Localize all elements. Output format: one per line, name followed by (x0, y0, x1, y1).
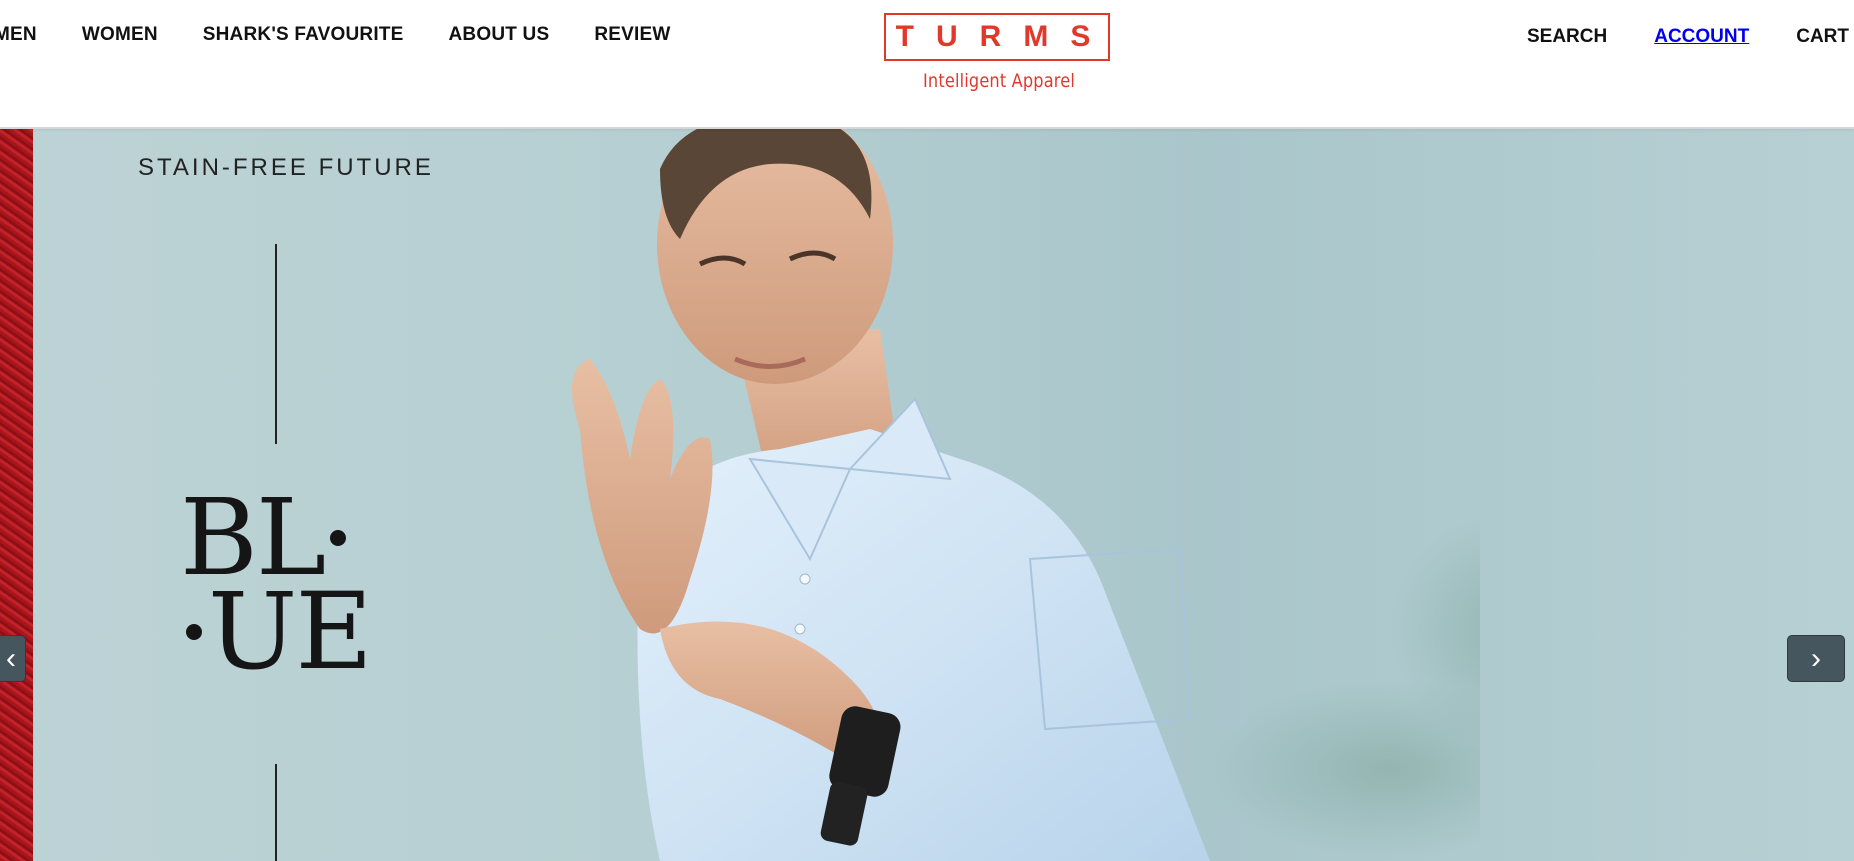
hero-kicker: STAIN-FREE FUTURE (138, 154, 434, 181)
hero-title: BL UE (180, 485, 373, 685)
title-dot (330, 530, 347, 547)
logo-wordmark: TURMS (884, 13, 1110, 61)
logo-tagline: Intelligent Apparel (922, 70, 1075, 92)
nav-review[interactable]: REVIEW (594, 24, 670, 46)
utility-nav: SEARCH ACCOUNT CART (1480, 26, 1849, 48)
hero-title-line2: UE (208, 570, 373, 693)
hero-model-image (572, 129, 1480, 861)
title-dot (186, 624, 202, 641)
search-link[interactable]: SEARCH (1527, 26, 1607, 48)
turms-logo[interactable]: TURMS Intelligent Apparel (884, 13, 1114, 92)
prev-slide-button[interactable]: ‹ (0, 635, 26, 682)
nav-about-us[interactable]: ABOUT US (449, 24, 550, 46)
main-nav: MEN WOMEN SHARK'S FAVOURITE ABOUT US REV… (0, 24, 716, 46)
nav-sharks-favourite[interactable]: SHARK'S FAVOURITE (203, 24, 404, 46)
chevron-right-icon: › (1811, 641, 1821, 675)
nav-men[interactable]: MEN (0, 24, 37, 46)
chevron-left-icon: ‹ (6, 641, 16, 675)
hero-slider: STAIN-FREE FUTURE BL UE ‹ › (0, 129, 1854, 861)
previous-slide-peek (0, 129, 33, 861)
account-link[interactable]: ACCOUNT (1654, 26, 1749, 48)
decorative-line-bottom (275, 764, 277, 861)
site-header: MEN WOMEN SHARK'S FAVOURITE ABOUT US REV… (0, 0, 1854, 129)
cart-link[interactable]: CART (1796, 26, 1849, 48)
decorative-line-top (275, 244, 277, 444)
next-slide-button[interactable]: › (1787, 635, 1845, 682)
nav-women[interactable]: WOMEN (82, 24, 158, 46)
